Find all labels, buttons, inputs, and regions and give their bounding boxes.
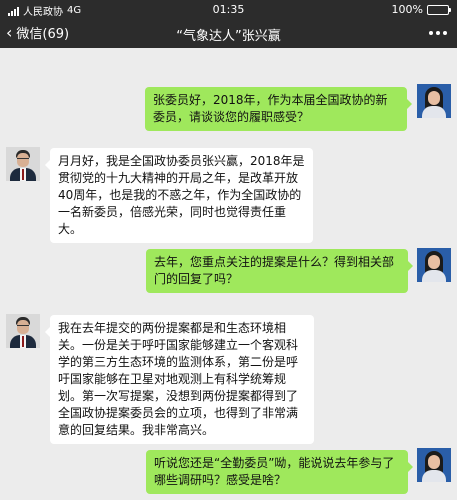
nav-bar: ‹ 微信(69) “气象达人”张兴赢: [0, 18, 457, 48]
message-bubble[interactable]: 月月好，我是全国政协委员张兴赢，2018年是贯彻党的十九大精神的开局之年，是改革…: [45, 148, 313, 243]
message-bubble[interactable]: 张委员好，2018年，作为本届全国政协的新委员，请谈谈您的履职感受？: [145, 87, 412, 131]
more-options-icon[interactable]: [429, 31, 447, 35]
interviewer-avatar[interactable]: [417, 84, 451, 118]
battery-percent: 100%: [391, 3, 423, 16]
status-bar: 人民政协 4G 01:35 100%: [0, 0, 457, 18]
message-bubble[interactable]: 听说您还是“全勤委员”呦，能说说去年参与了哪些调研吗？感受是啥？: [146, 450, 413, 494]
battery-icon: [427, 4, 451, 15]
chat-screen: 人民政协 4G 01:35 100% ‹ 微信(69) “气象达人”张兴赢 张委…: [0, 0, 457, 500]
message-bubble[interactable]: 我在去年提交的两份提案都是和生态环境相关。一份是关于呼吁国家能够建立一个客观科学…: [45, 315, 314, 444]
chat-title: “气象达人”张兴赢: [176, 29, 281, 44]
interviewer-avatar[interactable]: [417, 448, 451, 482]
status-right: 100%: [391, 3, 451, 16]
status-time: 01:35: [212, 3, 245, 16]
message-bubble[interactable]: 去年，您重点关注的提案是什么？得到相关部门的回复了吗？: [146, 249, 413, 293]
sender-avatar[interactable]: [6, 147, 40, 181]
sender-avatar[interactable]: [6, 314, 40, 348]
interviewer-avatar[interactable]: [417, 248, 451, 282]
